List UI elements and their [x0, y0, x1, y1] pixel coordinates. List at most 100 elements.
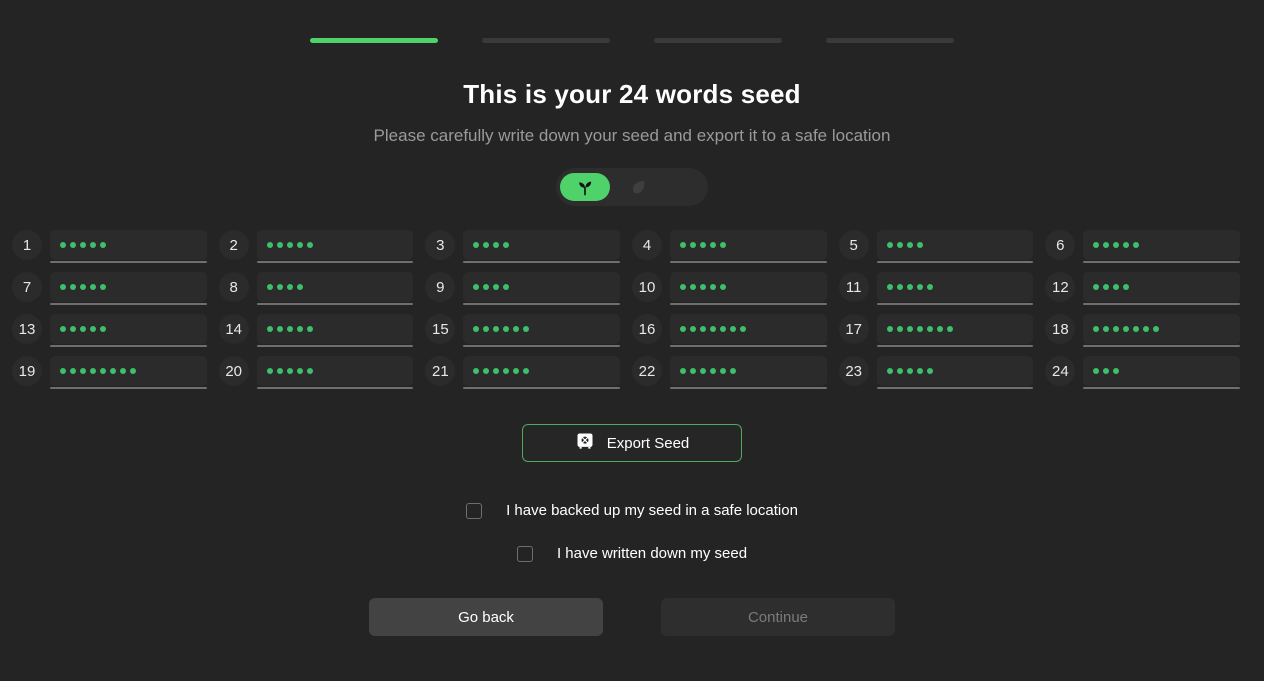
seed-word-input[interactable]: [670, 314, 827, 347]
checkbox-row-written-down[interactable]: I have written down my seed: [516, 545, 748, 562]
seed-word-cell: 22: [632, 350, 839, 392]
toggle-option-leaf[interactable]: [614, 173, 664, 201]
mask-dot: [1093, 368, 1100, 374]
mask-dot: [690, 242, 696, 248]
seed-word-number: 21: [425, 356, 456, 386]
mask-dot: [80, 242, 86, 248]
mask-dot: [1103, 326, 1110, 332]
mask-dot: [130, 368, 136, 374]
safe-vault-icon: [575, 431, 595, 455]
masked-word-dots: [1093, 284, 1130, 290]
mask-dot: [503, 284, 510, 290]
seed-word-input[interactable]: [670, 272, 827, 305]
mask-dot: [296, 326, 303, 332]
mask-dot: [296, 242, 303, 248]
masked-word-dots: [266, 326, 313, 332]
mask-dot: [690, 368, 696, 374]
seed-word-input[interactable]: [876, 272, 1034, 305]
mask-dot: [720, 284, 726, 290]
mask-dot: [493, 368, 500, 374]
mask-dot: [906, 242, 913, 248]
seed-word-cell: 23: [838, 350, 1046, 392]
seed-word-input[interactable]: [1083, 230, 1240, 263]
mask-dot: [1113, 326, 1120, 332]
seed-word-number: 4: [632, 230, 662, 260]
seed-word-input[interactable]: [256, 272, 414, 305]
mask-dot: [493, 284, 500, 290]
mask-dot: [90, 326, 96, 332]
mask-dot: [473, 242, 480, 248]
seed-word-input[interactable]: [876, 230, 1034, 263]
go-back-button[interactable]: Go back: [369, 598, 603, 636]
mask-dot: [523, 368, 530, 374]
export-seed-button[interactable]: Export Seed: [522, 424, 742, 462]
seed-word-number: 6: [1045, 230, 1076, 260]
seed-word-cell: 5: [838, 224, 1046, 266]
seed-word-cell: 3: [425, 224, 632, 266]
seed-word-number: 18: [1045, 314, 1076, 344]
seed-word-input[interactable]: [876, 314, 1034, 347]
masked-word-dots: [680, 242, 726, 248]
seed-view-toggle[interactable]: [556, 168, 708, 206]
mask-dot: [1093, 284, 1100, 290]
mask-dot: [680, 242, 686, 248]
masked-word-dots: [60, 242, 106, 248]
mask-dot: [100, 284, 106, 290]
seed-word-input[interactable]: [50, 314, 207, 347]
seed-word-input[interactable]: [876, 356, 1034, 389]
masked-word-dots: [266, 284, 303, 290]
checkbox-written-down[interactable]: [516, 545, 533, 562]
seed-word-input[interactable]: [256, 314, 414, 347]
progress-indicator: [310, 38, 954, 43]
toggle-option-sprout[interactable]: [560, 173, 610, 201]
masked-word-dots: [886, 368, 933, 374]
seed-word-number: 5: [838, 230, 869, 260]
seed-word-cell: 19: [12, 350, 219, 392]
seed-word-number: 19: [12, 356, 42, 386]
seed-word-input[interactable]: [256, 356, 414, 389]
seed-word-input[interactable]: [256, 230, 414, 263]
seed-word-input[interactable]: [463, 230, 620, 263]
mask-dot: [503, 368, 510, 374]
seed-backup-screen: This is your 24 words seed Please carefu…: [0, 0, 1264, 681]
seed-word-cell: 12: [1045, 266, 1252, 308]
seed-word-input[interactable]: [463, 272, 620, 305]
mask-dot: [740, 326, 746, 332]
seed-word-cell: 1: [12, 224, 219, 266]
mask-dot: [1133, 242, 1140, 248]
seed-word-input[interactable]: [50, 230, 207, 263]
seed-word-input[interactable]: [1083, 356, 1240, 389]
seed-word-number: 7: [12, 272, 42, 302]
checkbox-backed-up[interactable]: [466, 502, 483, 519]
mask-dot: [70, 326, 76, 332]
seed-word-input[interactable]: [463, 314, 620, 347]
mask-dot: [1123, 284, 1130, 290]
seed-word-number: 9: [425, 272, 456, 302]
checkbox-row-backed-up[interactable]: I have backed up my seed in a safe locat…: [466, 502, 798, 519]
seed-word-input[interactable]: [670, 230, 827, 263]
checkbox-label-written-down: I have written down my seed: [556, 545, 748, 562]
mask-dot: [473, 368, 480, 374]
seed-word-number: 22: [632, 356, 662, 386]
mask-dot: [513, 368, 520, 374]
masked-word-dots: [473, 326, 530, 332]
seed-word-input[interactable]: [1083, 272, 1240, 305]
seed-word-cell: 20: [218, 350, 426, 392]
mask-dot: [710, 326, 716, 332]
mask-dot: [473, 326, 480, 332]
masked-word-dots: [60, 368, 136, 374]
mask-dot: [70, 284, 76, 290]
seed-word-input[interactable]: [463, 356, 620, 389]
seed-word-input[interactable]: [1083, 314, 1240, 347]
mask-dot: [1103, 242, 1110, 248]
masked-word-dots: [680, 326, 746, 332]
mask-dot: [513, 326, 520, 332]
progress-step-2: [482, 38, 610, 43]
mask-dot: [286, 326, 293, 332]
seed-word-input[interactable]: [50, 356, 207, 389]
mask-dot: [1143, 326, 1150, 332]
mask-dot: [306, 326, 313, 332]
seed-word-cell: 8: [218, 266, 426, 308]
seed-word-input[interactable]: [670, 356, 827, 389]
seed-word-input[interactable]: [50, 272, 207, 305]
